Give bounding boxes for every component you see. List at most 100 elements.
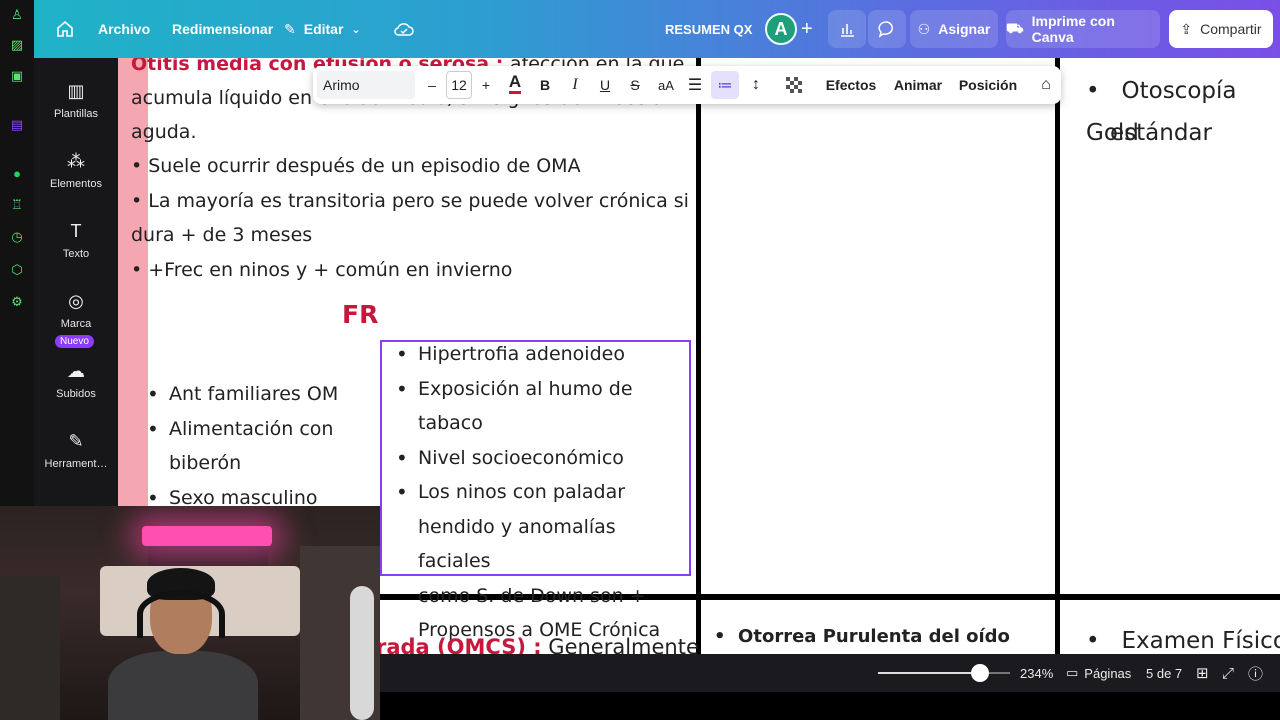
share-label: Compartir — [1200, 21, 1262, 37]
list-item: Hipertrofia adenoideo — [394, 337, 694, 372]
analytics-icon[interactable] — [828, 10, 866, 48]
underline-button[interactable]: U — [593, 66, 617, 104]
extension-icon[interactable]: ▣ — [9, 68, 25, 84]
list-item-continuation: como S. de Down son + — [418, 584, 646, 607]
sidebar-item-elements[interactable]: ⁂ Elementos — [34, 150, 118, 190]
add-collaborator-icon[interactable]: + — [801, 0, 813, 58]
position-button[interactable]: Posición — [957, 66, 1019, 104]
webcam-overlay — [0, 506, 380, 720]
sidebar-item-label: Texto — [62, 248, 90, 260]
sidebar-item-label: Herrament… — [44, 458, 108, 470]
animate-button[interactable]: Animar — [891, 66, 945, 104]
avatar[interactable]: A — [765, 13, 797, 45]
pages-button[interactable]: ▭ Páginas — [1066, 654, 1131, 692]
text-color-icon[interactable]: A — [503, 66, 527, 104]
print-label: Imprime con Canva — [1031, 13, 1115, 45]
bullet-item[interactable]: • Suele ocurrir después de un episodio d… — [131, 149, 581, 184]
table-divider — [696, 58, 701, 594]
line-spacing-icon[interactable]: ↕ — [743, 66, 769, 104]
extension-icon[interactable]: ⬡ — [9, 262, 25, 278]
assign-icon: ⚇ — [917, 20, 931, 37]
sidebar-item-templates[interactable]: ▥ Plantillas — [34, 80, 118, 120]
bullet-text: Suele ocurrir después de un episodio de … — [148, 155, 581, 177]
next-row-bullet[interactable]: • Examen Físico — [1086, 624, 1280, 654]
next-row-heading: rada (OMCS) : — [376, 635, 542, 654]
page-indicator[interactable]: 5 de 7 — [1146, 654, 1182, 692]
list-item: Nivel socioeconómico — [394, 441, 694, 476]
extension-icon[interactable]: ♖ — [9, 197, 25, 213]
zoom-slider-thumb[interactable] — [970, 664, 989, 682]
extension-icon[interactable]: ♙ — [9, 7, 25, 23]
bullet-text: +Frec en ninos y + común en invierno — [148, 259, 513, 281]
headphones — [137, 590, 225, 638]
next-row-text[interactable]: rada (OMCS) : Generalmente — [376, 630, 699, 654]
list-item: Alimentación con — [145, 412, 365, 447]
diagnosis-continuation[interactable]: estándar — [1110, 112, 1212, 154]
sidebar-item-brand[interactable]: ◎ Marca — [34, 290, 118, 330]
table-divider — [1055, 58, 1060, 594]
help-icon[interactable]: ⓘ — [1248, 654, 1263, 692]
document-title[interactable]: RESUMEN QX — [665, 0, 752, 58]
assign-button[interactable]: ⚇ Asignar — [910, 10, 998, 48]
spotify-icon[interactable]: ● — [9, 165, 25, 181]
sidebar-item-label: Marca — [60, 318, 92, 330]
extension-icon[interactable]: ▨ — [9, 37, 25, 53]
grid-view-icon[interactable]: ⊞ — [1196, 654, 1209, 692]
settings-icon[interactable]: ⚙ — [9, 294, 25, 310]
sidebar-item-label: Subidos — [56, 388, 96, 400]
letter-case-button[interactable]: aA — [653, 66, 679, 104]
zoom-level[interactable]: 234% — [1020, 654, 1053, 692]
sidebar-item-label: Plantillas — [53, 108, 99, 120]
home-icon[interactable] — [56, 0, 74, 58]
font-size-decrease[interactable]: – — [421, 66, 443, 104]
effects-button[interactable]: Efectos — [821, 66, 881, 104]
fullscreen-icon[interactable]: ⤢ — [1222, 654, 1234, 692]
share-icon: ⇪ — [1180, 20, 1193, 37]
clock-icon[interactable]: ◷ — [9, 229, 25, 245]
align-justify-icon[interactable]: ☰ — [683, 66, 707, 104]
cloud-saved-icon[interactable] — [394, 0, 414, 58]
text-format-toolbar: Arimo – 12 + A B I U S aA ☰ ≔ ↕ Efectos … — [313, 66, 1061, 104]
sidebar-item-text[interactable]: T Texto — [34, 220, 118, 260]
next-row-bullet[interactable]: • Otorrea Purulenta del oído — [714, 620, 1010, 654]
paint-roller-icon[interactable]: ⌂ — [1035, 66, 1057, 104]
definition-line-3[interactable]: aguda. — [131, 115, 197, 150]
twitch-icon[interactable]: ▤ — [9, 117, 25, 133]
file-menu[interactable]: Archivo — [98, 0, 150, 58]
strikethrough-button[interactable]: S — [623, 66, 647, 104]
transparency-icon[interactable] — [781, 66, 807, 104]
resize-button[interactable]: Redimensionar — [172, 0, 273, 58]
upload-icon: ☁ — [67, 361, 85, 381]
table-divider — [1055, 594, 1060, 654]
list-item: Exposición al humo de tabaco — [394, 372, 694, 441]
font-size-input[interactable]: 12 — [446, 71, 472, 99]
top-toolbar: Archivo Redimensionar ✎ Editar ⌄ RESUMEN… — [34, 0, 1280, 58]
bold-button[interactable]: B — [533, 66, 557, 104]
bullet-continuation[interactable]: dura + de 3 meses — [131, 218, 312, 253]
print-button[interactable]: ⛟ Imprime con Canva — [1006, 10, 1160, 48]
bullet-list-icon[interactable]: ≔ — [711, 66, 739, 104]
comment-icon[interactable] — [868, 10, 906, 48]
sidebar-item-tools[interactable]: ✎ Herrament… — [34, 430, 118, 470]
tools-icon: ✎ — [68, 431, 84, 451]
bullet-item[interactable]: • La mayoría es transitoria pero se pued… — [131, 184, 689, 219]
sidebar-item-label: Elementos — [50, 178, 102, 190]
bullet-item[interactable]: • +Frec en ninos y + común en invierno — [131, 253, 512, 288]
italic-button[interactable]: I — [563, 66, 587, 104]
sidebar-item-uploads[interactable]: ☁ Subidos — [34, 360, 118, 400]
side-panel: ▥ Plantillas ⁂ Elementos T Texto Nuevo ◎… — [34, 58, 118, 506]
truck-icon: ⛟ — [1006, 19, 1024, 36]
font-select[interactable]: Arimo — [317, 71, 415, 99]
bullet-text: Examen Físico — [1121, 628, 1280, 654]
font-size-increase[interactable]: + — [475, 66, 497, 104]
brand-icon: ◎ — [68, 291, 84, 311]
edit-label: Editar — [303, 21, 344, 37]
person-body — [108, 651, 258, 720]
wall-poster — [0, 576, 60, 720]
list-item: Los ninos con paladar — [394, 475, 694, 510]
risk-list-left[interactable]: Ant familiares OM Alimentación con biber… — [145, 377, 365, 515]
risk-factors-title[interactable]: FR — [342, 298, 378, 333]
edit-menu[interactable]: ✎ Editar ⌄ — [284, 0, 361, 58]
share-button[interactable]: ⇪ Compartir — [1169, 10, 1273, 48]
risk-list-box[interactable]: Hipertrofia adenoideo Exposición al humo… — [394, 337, 694, 648]
